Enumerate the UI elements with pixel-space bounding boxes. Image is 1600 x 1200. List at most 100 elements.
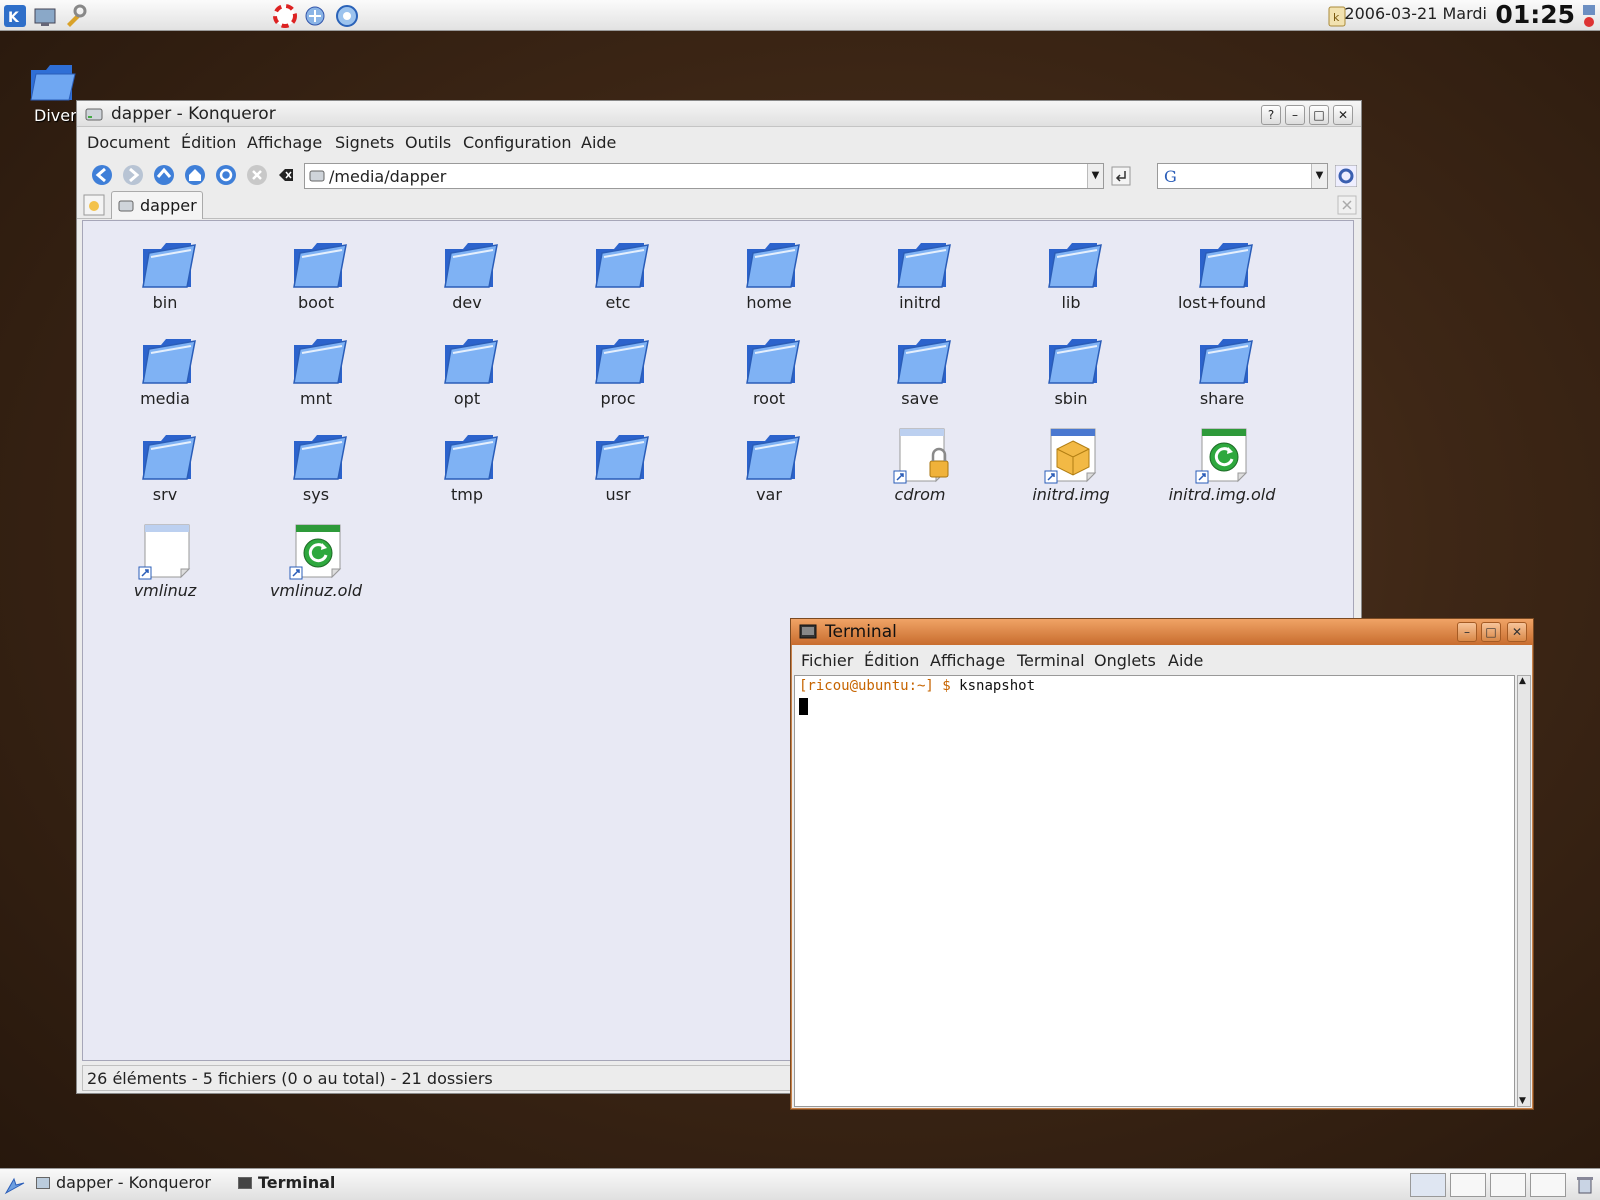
file-item[interactable]: initrd	[846, 225, 994, 317]
folder-icon	[746, 243, 800, 288]
folder-icon	[444, 243, 498, 288]
file-item[interactable]: share	[1148, 321, 1296, 413]
scroll-down-icon[interactable]: ▼	[1519, 1096, 1526, 1106]
file-item[interactable]: bin	[91, 225, 239, 317]
trash-icon[interactable]	[1576, 1175, 1594, 1195]
desktop-pager-2[interactable]	[1450, 1173, 1486, 1197]
file-item[interactable]: home	[695, 225, 843, 317]
throbber-icon[interactable]	[1335, 165, 1357, 187]
window-title: dapper - Konqueror	[111, 104, 276, 124]
file-item[interactable]: usr	[544, 417, 692, 509]
desktop-pager-3[interactable]	[1490, 1173, 1526, 1197]
task-label: dapper - Konqueror	[56, 1173, 211, 1192]
folder-icon	[746, 339, 800, 384]
new-tab-icon[interactable]	[83, 194, 105, 216]
file-item[interactable]: proc	[544, 321, 692, 413]
file-item[interactable]: vmlinuz	[91, 513, 239, 605]
reload-icon[interactable]	[215, 164, 237, 186]
location-dropdown-icon[interactable]: ▼	[1087, 164, 1103, 188]
file-item[interactable]: cdrom	[846, 417, 994, 509]
lock-logout-icon[interactable]	[1580, 3, 1598, 29]
status-text: 26 éléments - 5 fichiers (0 o au total) …	[87, 1069, 493, 1088]
file-item[interactable]: root	[695, 321, 843, 413]
document-file-icon	[138, 524, 191, 580]
go-icon[interactable]	[1111, 166, 1131, 186]
task-terminal[interactable]: Terminal	[238, 1173, 335, 1197]
minimize-button[interactable]: –	[1457, 622, 1477, 642]
folder-icon	[746, 435, 800, 480]
location-bar[interactable]: /media/dapper ▼	[304, 163, 1104, 189]
terminal-titlebar[interactable]: Terminal – □ ✕	[791, 619, 1533, 645]
maximize-button[interactable]: □	[1309, 105, 1329, 125]
menu-signets[interactable]: Signets	[335, 133, 394, 152]
back-icon[interactable]	[91, 164, 113, 186]
tab-dapper[interactable]: dapper	[111, 191, 203, 219]
file-item[interactable]: lost+found	[1148, 225, 1296, 317]
file-item[interactable]: sbin	[997, 321, 1145, 413]
file-label: media	[140, 389, 190, 408]
task-konqueror[interactable]: dapper - Konqueror	[36, 1173, 211, 1197]
file-item[interactable]: boot	[242, 225, 390, 317]
file-item[interactable]: vmlinuz.old	[242, 513, 390, 605]
file-label: tmp	[450, 485, 483, 504]
terminal-menubar: Fichier Édition Affichage Terminal Ongle…	[791, 646, 1533, 674]
up-icon[interactable]	[153, 164, 175, 186]
terminal-screen[interactable]: [ricou@ubuntu:~] $ ksnapshot	[794, 675, 1515, 1107]
menu-terminal[interactable]: Terminal	[1017, 651, 1085, 670]
control-center-icon[interactable]	[62, 3, 88, 29]
file-item[interactable]: media	[91, 321, 239, 413]
file-item[interactable]: dev	[393, 225, 541, 317]
stop-icon[interactable]	[246, 164, 268, 186]
home-icon[interactable]	[184, 164, 206, 186]
desktop-pager-4[interactable]	[1530, 1173, 1566, 1197]
network-icon[interactable]	[302, 3, 328, 29]
close-button[interactable]: ✕	[1333, 105, 1353, 125]
help-icon[interactable]	[272, 3, 298, 29]
clock-time[interactable]: 01:25	[1495, 0, 1575, 29]
desktop-pager-1[interactable]	[1410, 1173, 1446, 1197]
file-item[interactable]: sys	[242, 417, 390, 509]
file-item[interactable]: tmp	[393, 417, 541, 509]
folder-icon	[595, 243, 649, 288]
menu-affichage[interactable]: Affichage	[247, 133, 322, 152]
konqueror-toolbar: /media/dapper ▼ G ▼	[77, 159, 1361, 191]
menu-configuration[interactable]: Configuration	[463, 133, 572, 152]
menu-affichage[interactable]: Affichage	[930, 651, 1005, 670]
menu-aide[interactable]: Aide	[1168, 651, 1203, 670]
browser-icon[interactable]	[334, 3, 360, 29]
scroll-up-icon[interactable]: ▲	[1519, 676, 1526, 686]
clear-location-icon[interactable]	[277, 164, 299, 186]
file-item[interactable]: etc	[544, 225, 692, 317]
search-input[interactable]: G ▼	[1157, 163, 1328, 189]
maximize-button[interactable]: □	[1481, 622, 1501, 642]
file-item[interactable]: mnt	[242, 321, 390, 413]
menu-fichier[interactable]: Fichier	[801, 651, 853, 670]
kde-logo-icon[interactable]	[4, 1175, 26, 1195]
file-item[interactable]: var	[695, 417, 843, 509]
file-item[interactable]: opt	[393, 321, 541, 413]
kde-menu-icon[interactable]: K	[2, 3, 28, 29]
menu-outils[interactable]: Outils	[405, 133, 451, 152]
file-label: initrd.img	[1032, 485, 1110, 504]
minimize-button[interactable]: –	[1285, 105, 1305, 125]
help-button[interactable]: ?	[1261, 105, 1281, 125]
search-dropdown-icon[interactable]: ▼	[1311, 164, 1327, 188]
forward-icon[interactable]	[122, 164, 144, 186]
menu-aide[interactable]: Aide	[581, 133, 616, 152]
google-search-icon[interactable]: G	[1162, 167, 1182, 189]
menu-edition[interactable]: Édition	[864, 651, 919, 670]
file-item[interactable]: initrd.img	[997, 417, 1145, 509]
menu-document[interactable]: Document	[87, 133, 170, 152]
file-item[interactable]: srv	[91, 417, 239, 509]
menu-onglets[interactable]: Onglets	[1094, 651, 1156, 670]
menu-edition[interactable]: Édition	[181, 133, 236, 152]
file-item[interactable]: lib	[997, 225, 1145, 317]
close-button[interactable]: ✕	[1507, 622, 1527, 642]
show-desktop-icon[interactable]	[32, 3, 58, 29]
folder-icon	[595, 435, 649, 480]
file-item[interactable]: save	[846, 321, 994, 413]
konqueror-titlebar[interactable]: dapper - Konqueror ? – □ ✕	[77, 101, 1361, 127]
file-item[interactable]: initrd.img.old	[1148, 417, 1296, 509]
terminal-scrollbar[interactable]: ▲ ▼	[1517, 675, 1531, 1107]
close-tab-icon[interactable]	[1337, 195, 1357, 215]
